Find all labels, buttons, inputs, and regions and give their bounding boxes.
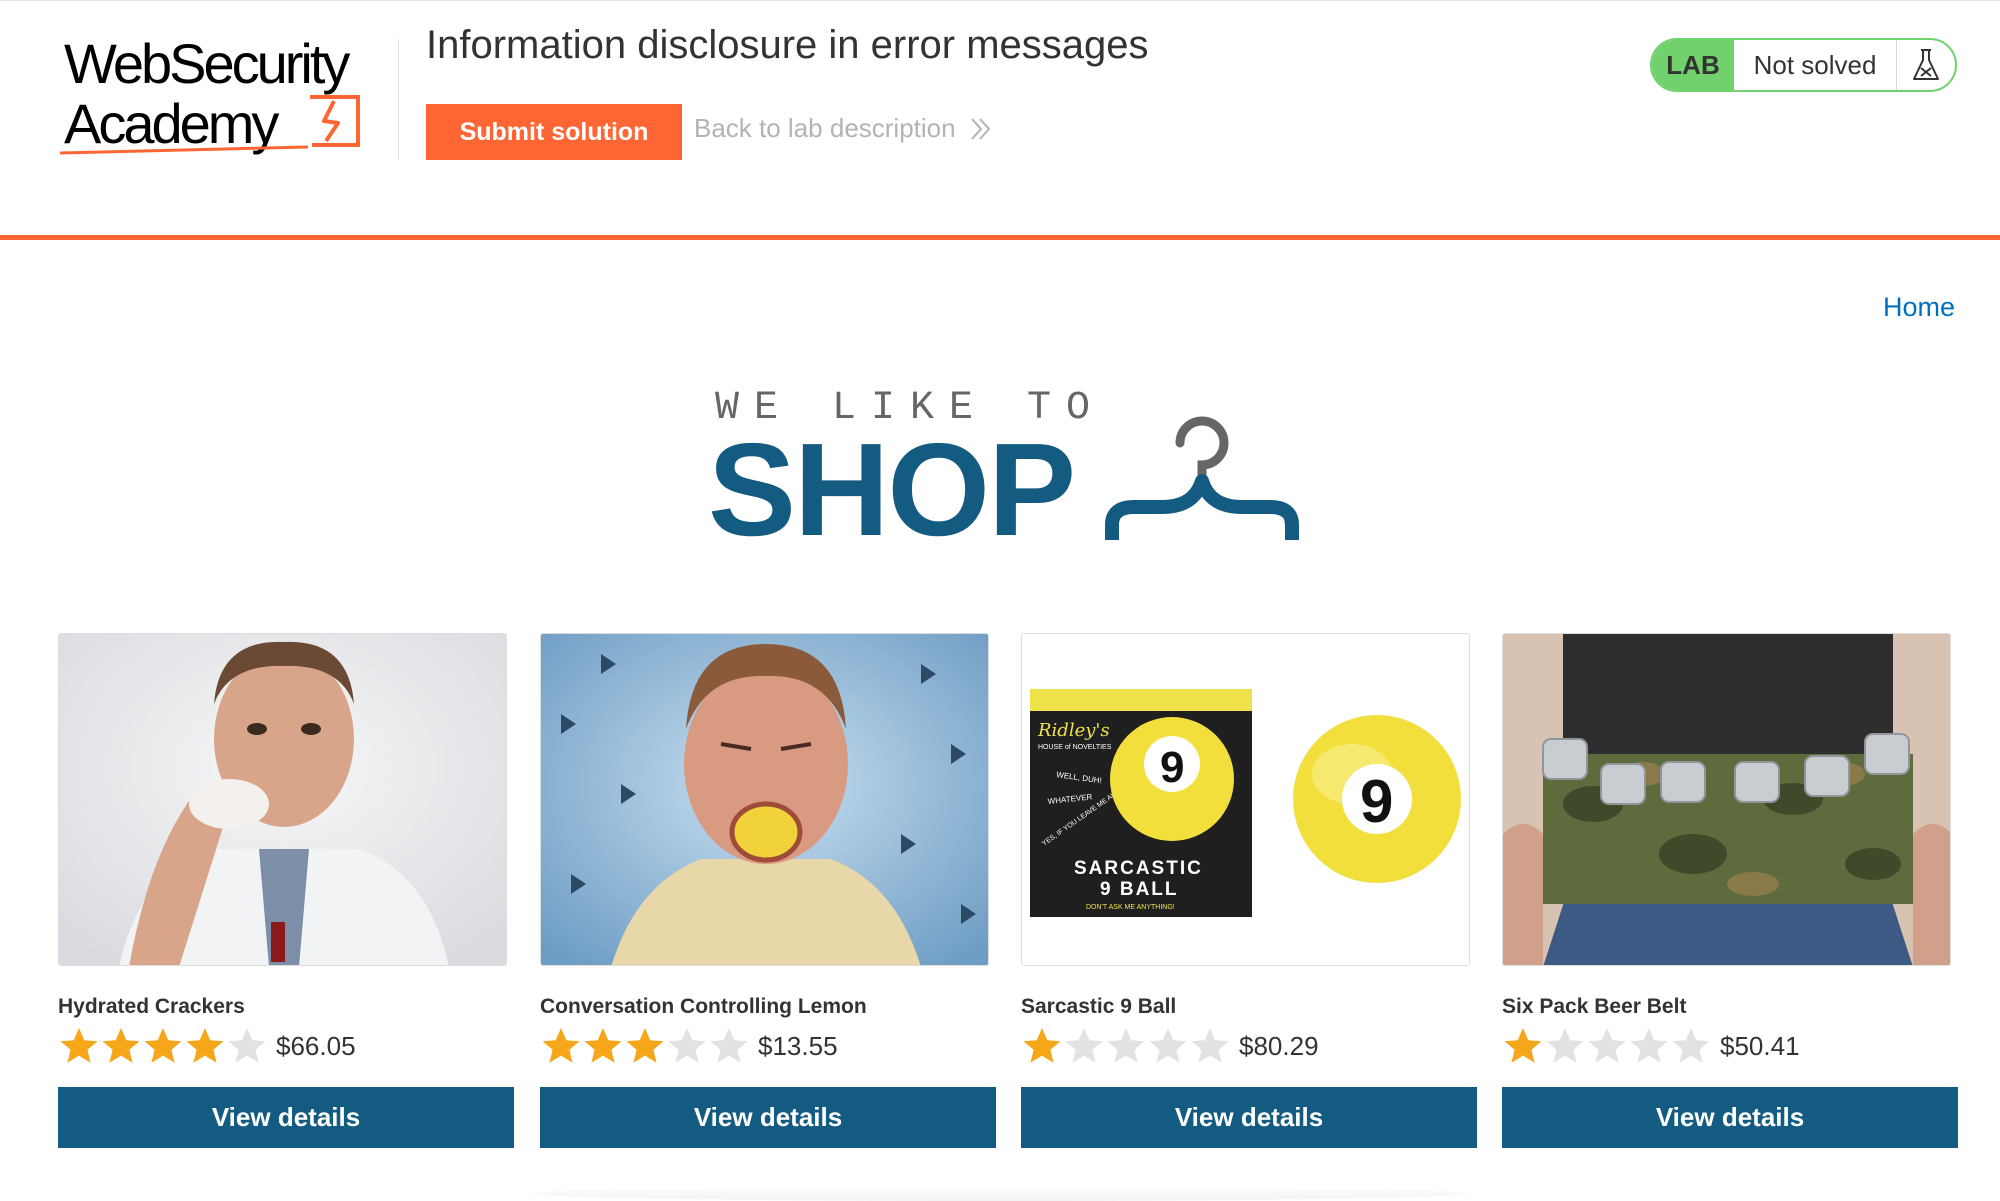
ball-box-title-2: 9 BALL: [1100, 879, 1179, 900]
star-filled-icon: [1504, 1028, 1542, 1063]
star-filled-icon: [1023, 1028, 1061, 1063]
product-price: $50.41: [1720, 1030, 1800, 1061]
product-image[interactable]: [1502, 633, 1951, 966]
back-link-label: Back to lab description: [694, 113, 956, 143]
lab-status-text: Not solved: [1734, 40, 1897, 90]
star-rating: [58, 1025, 268, 1067]
lab-status-widget: LAB Not solved: [1650, 38, 1957, 92]
logo-line2: Academy: [64, 92, 279, 155]
product-price: $66.05: [276, 1030, 356, 1061]
product-rating-row: $80.29: [1021, 1025, 1477, 1067]
ball-box-brand: Ridley's: [1037, 720, 1110, 741]
ball-number-small: 9: [1160, 743, 1184, 792]
lab-title: Information disclosure in error messages: [426, 23, 1149, 67]
product-price: $13.55: [758, 1030, 838, 1061]
ball-number-large: 9: [1360, 768, 1393, 835]
submit-solution-button[interactable]: Submit solution: [426, 104, 682, 160]
star-filled-icon: [542, 1028, 580, 1063]
lab-header: WebSecurity Academy Information disclosu…: [0, 0, 2000, 240]
web-security-academy-logo[interactable]: WebSecurity Academy: [60, 31, 405, 161]
product-name: Six Pack Beer Belt: [1502, 995, 1687, 1018]
product-rating-row: $66.05: [58, 1025, 514, 1067]
product-rating-row: $13.55: [540, 1025, 996, 1067]
product-name: Hydrated Crackers: [58, 995, 245, 1018]
star-empty-icon: [1191, 1028, 1229, 1063]
star-filled-icon: [102, 1028, 140, 1063]
page-bottom-shadow: [530, 1186, 1470, 1201]
product-name: Sarcastic 9 Ball: [1021, 995, 1177, 1018]
star-empty-icon: [228, 1028, 266, 1063]
star-filled-icon: [186, 1028, 224, 1063]
ball-box-footer: DON'T ASK ME ANYTHING!: [1086, 904, 1175, 911]
banner-title: SHOP: [708, 416, 1076, 563]
star-rating: [1502, 1025, 1712, 1067]
star-empty-icon: [1588, 1028, 1626, 1063]
star-rating: [540, 1025, 750, 1067]
product-price: $80.29: [1239, 1030, 1319, 1061]
star-empty-icon: [668, 1028, 706, 1063]
star-empty-icon: [1546, 1028, 1584, 1063]
nav-home-link[interactable]: Home: [1883, 292, 1955, 323]
product-name: Conversation Controlling Lemon: [540, 995, 867, 1018]
logo-line1: WebSecurity: [64, 32, 350, 95]
view-details-button[interactable]: View details: [540, 1087, 996, 1148]
star-empty-icon: [710, 1028, 748, 1063]
star-filled-icon: [144, 1028, 182, 1063]
product-image[interactable]: Ridley's HOUSE of NOVELTIES WELL, DUH! W…: [1021, 633, 1470, 966]
product-image[interactable]: [58, 633, 507, 966]
star-rating: [1021, 1025, 1231, 1067]
product-card: Six Pack Beer Belt $50.41 View details: [1502, 633, 1958, 1148]
view-details-button[interactable]: View details: [1021, 1087, 1477, 1148]
double-chevron-right-icon: [970, 117, 990, 140]
ball-box-tagline: HOUSE of NOVELTIES: [1038, 744, 1112, 751]
logo-divider: [398, 39, 399, 159]
product-card: Hydrated Crackers $66.05 View details: [58, 633, 514, 1148]
product-card: Conversation Controlling Lemon $13.55 Vi…: [540, 633, 996, 1148]
star-empty-icon: [1630, 1028, 1668, 1063]
star-empty-icon: [1107, 1028, 1145, 1063]
back-to-lab-description-link[interactable]: Back to lab description: [694, 113, 992, 144]
star-empty-icon: [1065, 1028, 1103, 1063]
product-rating-row: $50.41: [1502, 1025, 1958, 1067]
star-empty-icon: [1149, 1028, 1187, 1063]
flask-icon: [1897, 40, 1955, 90]
view-details-button[interactable]: View details: [1502, 1087, 1958, 1148]
clothes-hanger-icon: [1105, 416, 1299, 540]
star-filled-icon: [626, 1028, 664, 1063]
ball-box-title-1: SARCASTIC: [1074, 858, 1203, 879]
product-card: Ridley's HOUSE of NOVELTIES WELL, DUH! W…: [1021, 633, 1477, 1148]
star-empty-icon: [1672, 1028, 1710, 1063]
star-filled-icon: [60, 1028, 98, 1063]
lab-badge: LAB: [1652, 40, 1734, 90]
star-filled-icon: [584, 1028, 622, 1063]
view-details-button[interactable]: View details: [58, 1087, 514, 1148]
product-image[interactable]: [540, 633, 989, 966]
